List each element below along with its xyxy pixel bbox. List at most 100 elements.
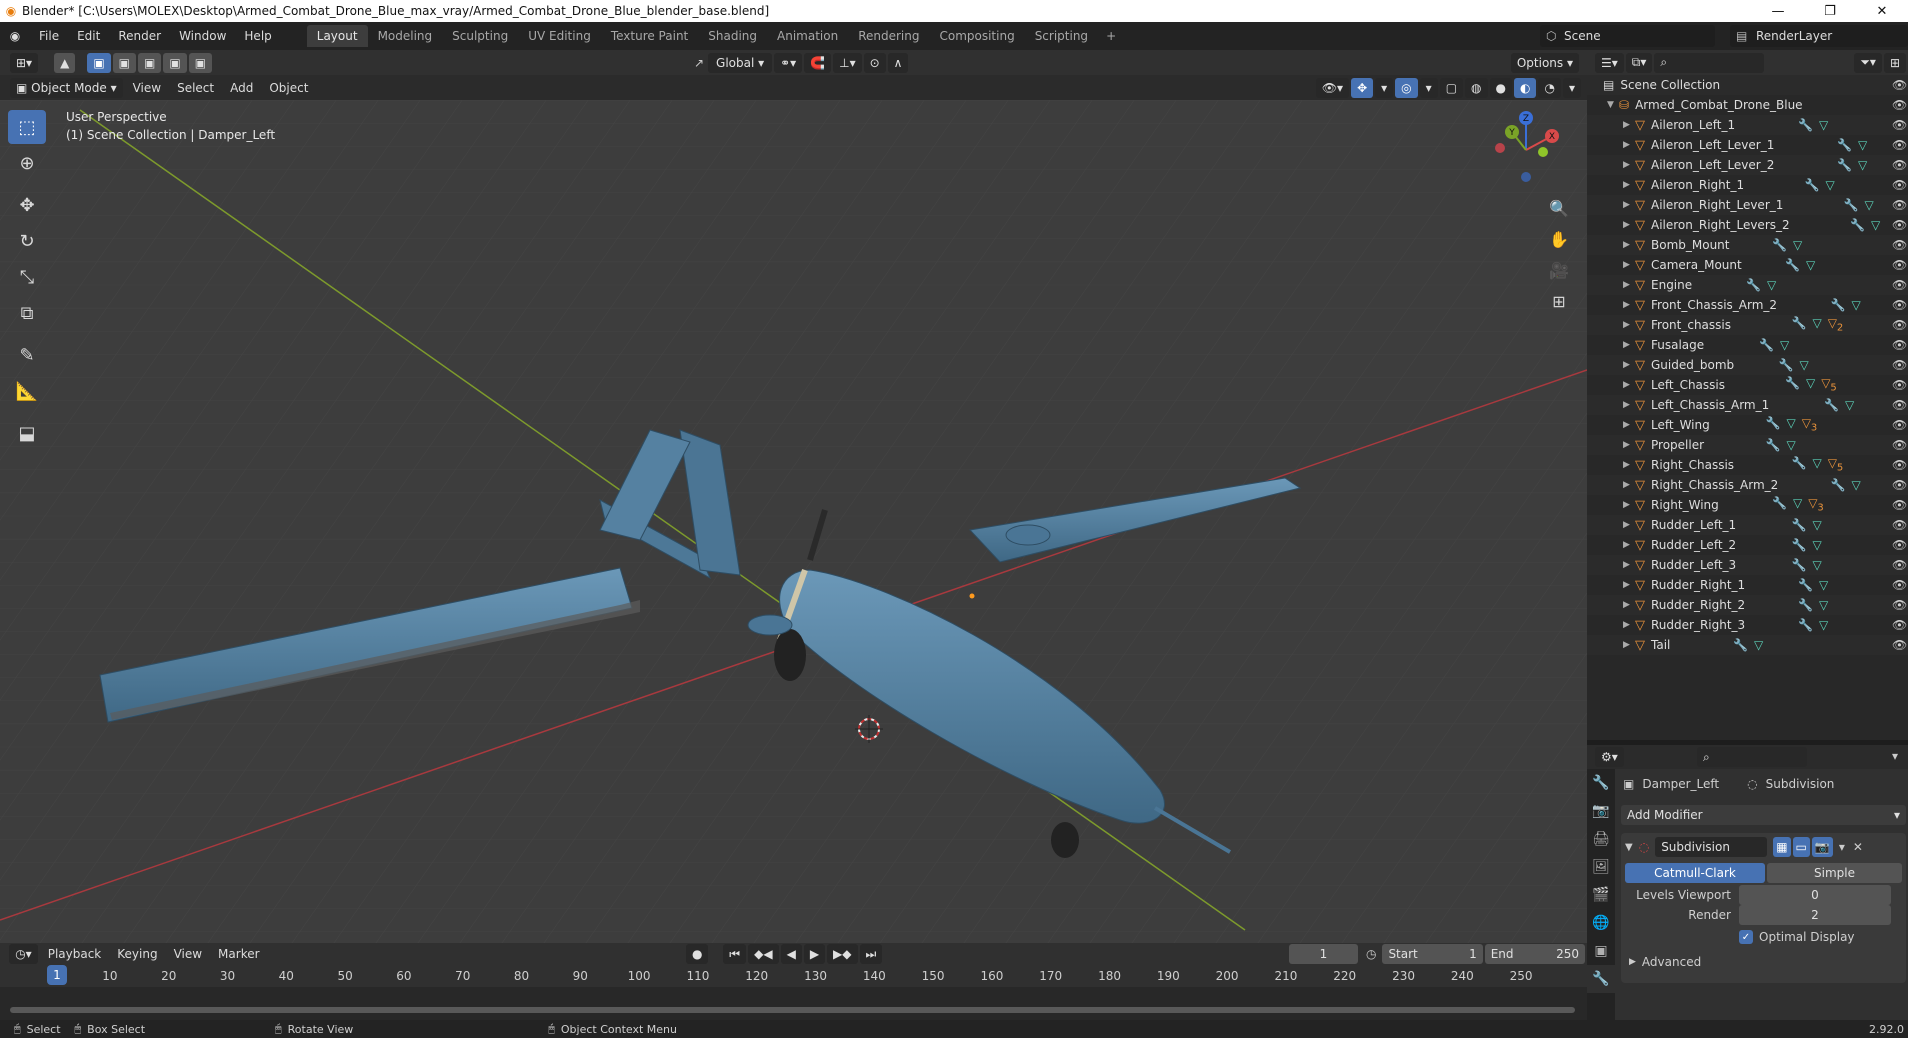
- visibility-eye-icon[interactable]: 👁: [1892, 338, 1907, 352]
- tab-output-icon[interactable]: 🖨: [1587, 825, 1615, 853]
- ortho-toggle-icon[interactable]: ⊞: [1544, 288, 1574, 314]
- mesh-data-icon[interactable]: ▽: [1812, 538, 1821, 552]
- expand-arrow-icon[interactable]: ▶: [1623, 540, 1635, 550]
- mesh-data-icon[interactable]: ▽: [1819, 578, 1828, 592]
- visibility-eye-icon[interactable]: 👁: [1892, 598, 1907, 612]
- visibility-icon[interactable]: 👁▾: [1315, 77, 1350, 98]
- modifier-wrench-icon[interactable]: 🔧: [1733, 638, 1748, 652]
- modifier-wrench-icon[interactable]: 🔧: [1746, 278, 1761, 292]
- jump-end-button[interactable]: ⏭: [859, 944, 883, 964]
- timeline-menu-playback[interactable]: Playback: [40, 947, 110, 961]
- menu-help[interactable]: Help: [235, 29, 280, 43]
- visibility-eye-icon[interactable]: 👁: [1892, 638, 1907, 652]
- modifier-wrench-icon[interactable]: 🔧: [1792, 316, 1807, 333]
- expand-arrow-icon[interactable]: ▶: [1623, 420, 1635, 430]
- shading-dropdown-icon[interactable]: ▾: [1562, 77, 1581, 98]
- modifier-wrench-icon[interactable]: 🔧: [1844, 198, 1859, 212]
- visibility-eye-icon[interactable]: 👁: [1892, 458, 1907, 472]
- filter-icon[interactable]: ⏷▾: [1854, 52, 1882, 73]
- tab-render-icon[interactable]: 📷: [1587, 797, 1615, 825]
- visibility-eye-icon[interactable]: 👁: [1892, 238, 1907, 252]
- jump-keyframe-forward-button[interactable]: ▶◆: [827, 944, 858, 964]
- visibility-eye-icon[interactable]: 👁: [1892, 258, 1907, 272]
- select-mode-new-icon[interactable]: ▣: [87, 52, 111, 73]
- timeline-ruler[interactable]: 1 10 20 30 40 50 60 70 80 90 100 110 120 130 140 150 160…: [0, 965, 1587, 1020]
- select-mode-invert-icon[interactable]: ▣: [163, 52, 187, 73]
- expand-arrow-icon[interactable]: ▶: [1623, 440, 1635, 450]
- expand-arrow-icon[interactable]: ▶: [1623, 140, 1635, 150]
- outliner-object-row[interactable]: ▶ ▽ Aileron_Left_Lever_1 👁 🔧 ▽: [1587, 135, 1908, 155]
- modifier-wrench-icon[interactable]: 🔧: [1766, 416, 1781, 433]
- modifier-wrench-icon[interactable]: 🔧: [1850, 218, 1865, 232]
- move-tool[interactable]: ✥: [8, 188, 46, 222]
- outliner-collection-row[interactable]: ▼ ⛁ Armed_Combat_Drone_Blue 👁: [1587, 95, 1908, 115]
- visibility-eye-icon[interactable]: 👁: [1892, 618, 1907, 632]
- visibility-eye-icon[interactable]: 👁: [1892, 138, 1907, 152]
- falloff-icon[interactable]: ∧: [887, 52, 909, 73]
- outliner-scene-collection[interactable]: ▤ Scene Collection 👁: [1587, 75, 1908, 95]
- visibility-eye-icon[interactable]: 👁: [1892, 178, 1907, 192]
- modifier-wrench-icon[interactable]: 🔧: [1792, 456, 1807, 473]
- mesh-data-icon[interactable]: ▽: [1858, 138, 1867, 152]
- tab-compositing[interactable]: Compositing: [929, 25, 1024, 47]
- snap-icon[interactable]: 🧲: [804, 52, 832, 73]
- play-button[interactable]: ▶: [803, 944, 826, 964]
- xray-toggle-icon[interactable]: ▢: [1439, 77, 1464, 98]
- expand-arrow-icon[interactable]: ▶: [1623, 280, 1635, 290]
- scene-selector[interactable]: ⬡ Scene: [1540, 25, 1715, 47]
- timeline-menu-keying[interactable]: Keying: [109, 947, 165, 961]
- outliner-object-row[interactable]: ▶ ▽ Fusalage 👁 🔧 ▽: [1587, 335, 1908, 355]
- outliner-object-row[interactable]: ▶ ▽ Right_Chassis 👁 🔧 ▽ ▽5: [1587, 455, 1908, 475]
- expand-arrow-icon[interactable]: ▶: [1623, 320, 1635, 330]
- visibility-eye-icon[interactable]: 👁: [1892, 98, 1907, 112]
- outliner-object-row[interactable]: ▶ ▽ Left_Chassis 👁 🔧 ▽ ▽5: [1587, 375, 1908, 395]
- expand-arrow-icon[interactable]: ▶: [1623, 520, 1635, 530]
- mesh-data-icon[interactable]: ▽: [1819, 618, 1828, 632]
- outliner-object-row[interactable]: ▶ ▽ Front_Chassis_Arm_2 👁 🔧 ▽: [1587, 295, 1908, 315]
- visibility-eye-icon[interactable]: 👁: [1892, 518, 1907, 532]
- outliner-object-row[interactable]: ▶ ▽ Camera_Mount 👁 🔧 ▽: [1587, 255, 1908, 275]
- tab-rendering[interactable]: Rendering: [848, 25, 929, 47]
- modifier-menu-chevron-icon[interactable]: ▾: [1839, 840, 1845, 854]
- tab-layout[interactable]: Layout: [306, 25, 368, 47]
- advanced-subpanel-header[interactable]: ▶ Advanced: [1629, 955, 1701, 969]
- expand-arrow-icon[interactable]: ▶: [1623, 620, 1635, 630]
- overlay-toggle-icon[interactable]: ◎: [1395, 77, 1418, 98]
- select-mode-intersect-icon[interactable]: ▣: [188, 52, 213, 73]
- expand-arrow-icon[interactable]: ▶: [1623, 640, 1635, 650]
- mesh-data-icon[interactable]: ▽: [1812, 558, 1821, 572]
- gizmo-toggle-icon[interactable]: ✥: [1351, 77, 1374, 98]
- timeline-keyframe-area[interactable]: [0, 987, 1587, 1020]
- timeline-playhead[interactable]: 1: [47, 965, 67, 985]
- mesh-data-icon[interactable]: ▽: [1845, 398, 1854, 412]
- tab-scripting[interactable]: Scripting: [1025, 25, 1098, 47]
- object-mode-dropdown[interactable]: ▣ Object Mode ▾: [10, 77, 123, 98]
- navigation-gizmo[interactable]: Z X Y: [1486, 110, 1566, 190]
- visibility-eye-icon[interactable]: 👁: [1892, 438, 1907, 452]
- render-levels-field[interactable]: 2: [1739, 905, 1891, 925]
- proportional-edit-icon[interactable]: ⊙: [863, 52, 886, 73]
- mesh-data-icon[interactable]: ▽: [1780, 338, 1789, 352]
- scale-tool[interactable]: ⤡: [8, 260, 46, 294]
- visibility-eye-icon[interactable]: 👁: [1892, 478, 1907, 492]
- collapse-arrow-icon[interactable]: ▼: [1625, 842, 1633, 853]
- mesh-data-icon[interactable]: ▽: [1864, 198, 1873, 212]
- mesh-data-icon[interactable]: ▽: [1819, 118, 1828, 132]
- material-count-badge[interactable]: ▽5: [1828, 456, 1844, 473]
- jump-start-button[interactable]: ⏮: [723, 944, 747, 964]
- expand-arrow-icon[interactable]: ▶: [1623, 300, 1635, 310]
- blender-menu-icon[interactable]: ◉: [0, 29, 30, 43]
- tab-uv-editing[interactable]: UV Editing: [518, 25, 601, 47]
- viewport-menu-object[interactable]: Object: [261, 81, 316, 95]
- shading-material-icon[interactable]: ◐: [1514, 77, 1537, 98]
- mesh-data-icon[interactable]: ▽: [1812, 316, 1821, 333]
- editor-type-icon[interactable]: ⊞▾: [10, 52, 39, 73]
- mesh-data-icon[interactable]: ▽: [1786, 438, 1795, 452]
- transform-tool[interactable]: ⧉: [8, 296, 46, 330]
- select-mode-extend-icon[interactable]: ▣: [112, 52, 136, 73]
- menu-render[interactable]: Render: [109, 29, 170, 43]
- visibility-eye-icon[interactable]: 👁: [1892, 78, 1907, 92]
- mesh-data-icon[interactable]: ▽: [1812, 518, 1821, 532]
- select-tool-icon[interactable]: ▲: [54, 52, 76, 73]
- material-count-badge[interactable]: ▽2: [1828, 316, 1844, 333]
